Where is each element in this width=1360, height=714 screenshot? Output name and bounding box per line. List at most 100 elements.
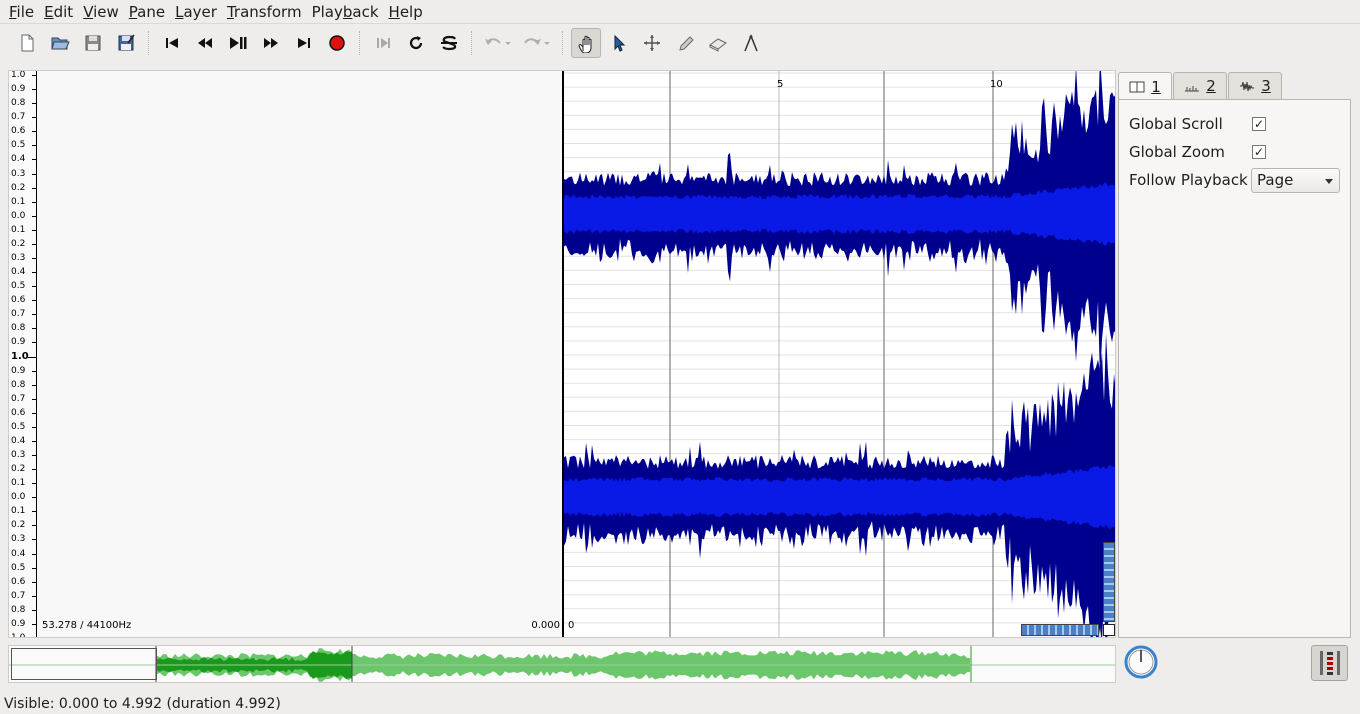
scale-tick (32, 173, 36, 175)
save-as-button[interactable] (111, 28, 141, 58)
vertical-zoom-wheel[interactable] (1103, 542, 1115, 622)
draw-tool-button[interactable] (670, 28, 700, 58)
scale-tick-label: 0.1 (11, 478, 26, 489)
loop-button[interactable] (401, 28, 431, 58)
tab-label: 3 (1261, 77, 1271, 95)
scale-tick-label: 0.2 (11, 238, 26, 249)
redo-button[interactable] (519, 28, 555, 58)
scale-tick-label: 0.4 (11, 267, 26, 278)
menu-layer[interactable]: Layer (170, 0, 222, 24)
fast-forward-end-button[interactable] (289, 28, 319, 58)
menu-label-rest: iew (93, 2, 119, 21)
scale-tick (32, 145, 36, 147)
tab-label: 1 (1151, 77, 1161, 96)
rewind-start-button[interactable] (157, 28, 187, 58)
follow-playback-label: Follow Playback (1129, 171, 1248, 189)
scale-tick-label: 0.2 (11, 520, 26, 531)
scale-tick-label: 0.2 (11, 182, 26, 193)
solo-icon (440, 35, 457, 51)
scale-tick (32, 455, 36, 457)
scale-tick (32, 103, 36, 105)
menu-edit[interactable]: Edit (39, 0, 78, 24)
navigate-tool-button[interactable] (570, 28, 601, 58)
open-folder-icon (50, 37, 70, 50)
rewind-button[interactable] (190, 28, 220, 58)
menu-label-pre: Play (311, 2, 343, 21)
tab-label: 2 (1206, 77, 1216, 95)
sample-rate-info: 53.278 / 44100Hz (42, 620, 132, 631)
scale-tick-label: 0.9 (11, 365, 26, 376)
waveform-icon (1240, 81, 1255, 92)
overview-pane[interactable] (8, 645, 1116, 683)
playback-speed-dial[interactable] (1122, 643, 1160, 681)
rewind-icon (197, 38, 212, 48)
waveform-pane[interactable]: 1.0 0.9 0.8 0.7 0.6 0.5 0.4 0.3 0.2 0.1 0.0 0.1 0.2 0… (8, 70, 1116, 638)
scale-tick-label: 0.1 (11, 196, 26, 207)
scale-tick-label: 0.6 (11, 126, 26, 137)
right-time-label: 0 (568, 620, 575, 631)
menu-mnemonic: b (342, 2, 353, 21)
scale-tick (32, 525, 36, 527)
scale-tick-label: 0.2 (11, 464, 26, 475)
play-pause-button[interactable] (223, 28, 253, 58)
move-tool-button[interactable] (637, 28, 667, 58)
menu-transform[interactable]: Transform (222, 0, 307, 24)
save-button[interactable] (78, 28, 108, 58)
global-zoom-checkbox[interactable]: ✓ (1252, 145, 1266, 159)
menu-file[interactable]: File (4, 0, 39, 24)
select-tool-button[interactable] (604, 28, 634, 58)
horizontal-zoom-wheel[interactable] (1021, 624, 1099, 636)
follow-playback-select[interactable]: Page (1251, 168, 1340, 193)
scale-tick-label: 0.7 (11, 309, 26, 320)
scale-tick-label: 0.5 (11, 562, 26, 573)
measure-tool-button[interactable] (736, 28, 766, 58)
sonic-visualiser-window: File Edit View Pane Layer Transform Playback He… (0, 0, 1360, 714)
scale-tick-label: 0.0 (11, 492, 26, 503)
scale-tick-label: 0.4 (11, 548, 26, 559)
scale-tick (32, 131, 36, 133)
play-selection-button[interactable] (368, 28, 398, 58)
check-mark-icon: ✓ (1253, 145, 1265, 159)
save-as-icon (118, 34, 135, 51)
scale-tick (32, 581, 36, 583)
menu-label-rest: ile (16, 2, 35, 21)
save-icon (85, 35, 100, 51)
menu-pane[interactable]: Pane (124, 0, 170, 24)
scale-tick-label: 1.0 (11, 633, 26, 638)
global-scroll-checkbox[interactable]: ✓ (1252, 117, 1266, 131)
scale-tick (32, 553, 36, 555)
left-time-label: 0.000 (531, 620, 560, 631)
solo-button[interactable] (434, 28, 464, 58)
menu-mnemonic: P (128, 2, 138, 21)
visible-region-frame[interactable] (11, 648, 157, 680)
scale-tick-label: 0.5 (11, 281, 26, 292)
tab-waveform[interactable]: 3 (1228, 72, 1282, 99)
scale-tick (32, 595, 36, 597)
open-button[interactable] (45, 28, 75, 58)
toolbar-separator (148, 31, 149, 55)
waveform-layer[interactable]: 0 5 10 (562, 71, 1115, 637)
menu-help[interactable]: Help (384, 0, 428, 24)
fast-forward-button[interactable] (256, 28, 286, 58)
overview-waveform (9, 646, 1115, 682)
record-button[interactable] (322, 28, 352, 58)
level-meter-button[interactable] (1311, 645, 1348, 681)
chevron-down-icon (1325, 179, 1333, 184)
zoom-reset-button[interactable] (1103, 624, 1115, 636)
properties-panel: 1 2 3 Global Scroll ✓ Global Zoom ✓ Foll… (1118, 72, 1351, 638)
erase-tool-button[interactable] (703, 28, 733, 58)
menu-playback[interactable]: Playback (307, 0, 384, 24)
scale-tick-label: 0.9 (11, 84, 26, 95)
undo-button[interactable] (480, 28, 516, 58)
scale-tick (32, 314, 36, 316)
tab-ruler[interactable]: 2 (1173, 72, 1227, 99)
menu-label-rest: dit (53, 2, 74, 21)
check-mark-icon: ✓ (1253, 117, 1265, 131)
menu-mnemonic: V (83, 2, 94, 21)
new-file-button[interactable] (12, 28, 42, 58)
scale-tick (32, 609, 36, 611)
menu-view[interactable]: View (78, 0, 124, 24)
ruler-label-5: 5 (777, 79, 784, 90)
level-meter-icon (1319, 651, 1340, 675)
tab-pane[interactable]: 1 (1118, 72, 1172, 100)
